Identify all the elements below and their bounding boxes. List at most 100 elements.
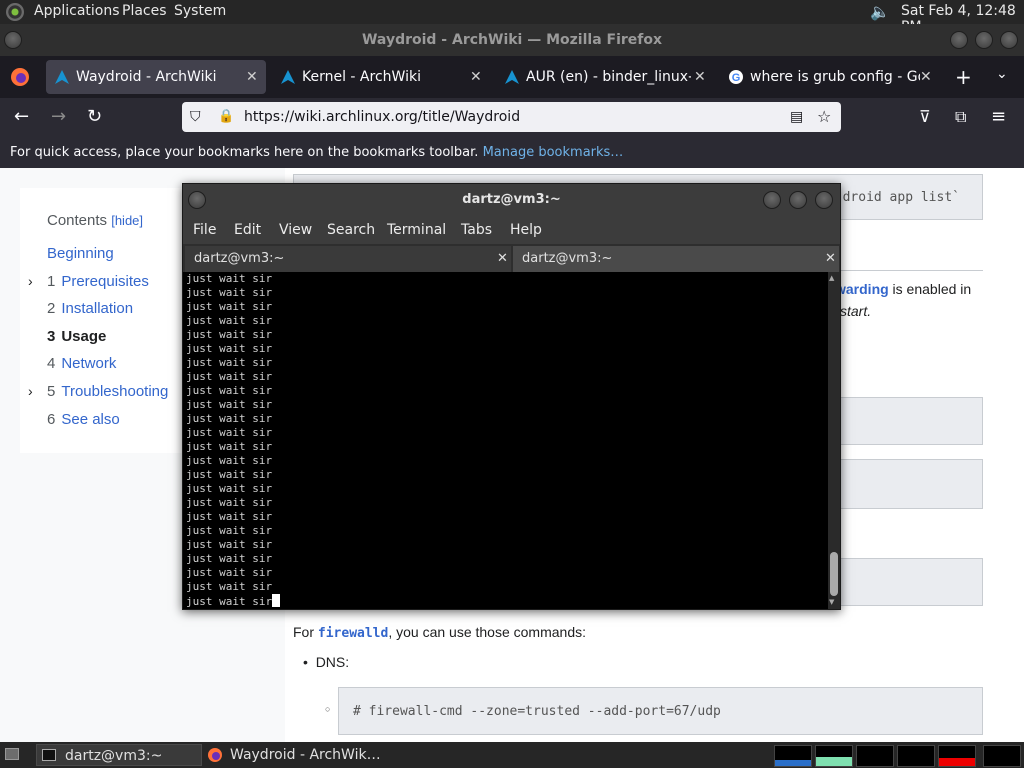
- forwarding-link[interactable]: warding: [835, 281, 889, 297]
- load-monitor[interactable]: [938, 745, 976, 767]
- toc-item-usage[interactable]: 3 Usage: [47, 328, 106, 345]
- places-menu[interactable]: Places: [122, 3, 167, 19]
- bookmark-star-icon[interactable]: ☆: [817, 102, 831, 132]
- net-monitor[interactable]: [856, 745, 894, 767]
- toc-item-beginning[interactable]: Beginning: [47, 245, 114, 262]
- hamburger-menu-icon[interactable]: ≡: [991, 106, 1006, 128]
- top-panel: Applications Places System 🔈 Sat Feb 4, …: [0, 0, 1024, 35]
- disk-monitor[interactable]: [983, 745, 1021, 767]
- menu-file[interactable]: File: [193, 216, 216, 244]
- close-tab-icon[interactable]: ✕: [246, 60, 258, 94]
- firefox-window-title: Waydroid - ArchWiki — Mozilla Firefox: [361, 32, 663, 48]
- forwarding-text: warding is enabled in: [835, 281, 972, 297]
- terminal-menubar: File Edit View Search Terminal Tabs Help: [183, 216, 840, 244]
- terminal-line: just wait sir: [186, 426, 273, 439]
- terminal-line: just wait sir: [186, 580, 273, 593]
- scrollbar-thumb[interactable]: [830, 552, 838, 596]
- maximize-button[interactable]: [789, 191, 807, 209]
- terminal-line: just wait sir: [186, 468, 273, 481]
- firewalld-paragraph: For firewalld, you can use those command…: [293, 624, 587, 641]
- window-menu-icon[interactable]: [4, 31, 22, 49]
- show-desktop-icon[interactable]: [5, 748, 19, 760]
- extensions-icon[interactable]: ⧉: [955, 106, 966, 128]
- toc-item-installation[interactable]: 2 Installation: [47, 300, 133, 317]
- bookmarks-hint: For quick access, place your bookmarks h…: [10, 145, 479, 160]
- pocket-icon[interactable]: ⊽: [919, 106, 931, 128]
- system-menu[interactable]: System: [174, 3, 226, 19]
- back-icon[interactable]: ←: [14, 106, 29, 128]
- firewalld-link[interactable]: firewalld: [318, 626, 388, 641]
- close-tab-icon[interactable]: ✕: [497, 246, 508, 272]
- manage-bookmarks-link[interactable]: Manage bookmarks…: [483, 145, 624, 160]
- close-tab-icon[interactable]: ✕: [470, 60, 482, 94]
- menu-terminal[interactable]: Terminal: [387, 216, 446, 244]
- reload-icon[interactable]: ↻: [87, 106, 102, 128]
- terminal-scrollbar[interactable]: ▲ ▼: [828, 272, 840, 609]
- new-tab-icon[interactable]: +: [955, 65, 972, 89]
- distro-logo-icon[interactable]: [6, 3, 24, 21]
- cpu-monitor[interactable]: [774, 745, 812, 767]
- tab-aur[interactable]: AUR (en) - binder_linux-dkm ✕: [496, 60, 714, 94]
- window-menu-icon[interactable]: [188, 191, 206, 209]
- reader-view-icon[interactable]: ▤: [790, 102, 803, 132]
- menu-edit[interactable]: Edit: [234, 216, 261, 244]
- tab-waydroid[interactable]: Waydroid - ArchWiki ✕: [46, 60, 266, 94]
- terminal-line: just wait sir: [186, 454, 273, 467]
- toc-hide-link[interactable]: [hide]: [111, 213, 143, 228]
- terminal-line: just wait sir: [186, 412, 273, 425]
- start-text: start.: [840, 303, 872, 319]
- taskbar-firefox[interactable]: Waydroid - ArchWik…: [202, 744, 402, 766]
- swap-monitor[interactable]: [897, 745, 935, 767]
- terminal-line: just wait sir: [186, 328, 273, 341]
- maximize-button[interactable]: [975, 31, 993, 49]
- close-tab-icon[interactable]: ✕: [825, 246, 836, 272]
- toc-item-network[interactable]: 4 Network: [47, 355, 116, 372]
- menu-search[interactable]: Search: [327, 216, 375, 244]
- forward-icon[interactable]: →: [51, 106, 66, 128]
- terminal-window: dartz@vm3:~ File Edit View Search Termin…: [182, 183, 841, 610]
- close-window-button[interactable]: [815, 191, 833, 209]
- terminal-tab-2[interactable]: dartz@vm3:~ ✕: [513, 246, 839, 272]
- chevron-right-icon[interactable]: ›: [28, 273, 33, 289]
- dns-bullet: • DNS:: [303, 654, 350, 670]
- list-tabs-icon[interactable]: ⌄: [996, 66, 1008, 82]
- menu-tabs[interactable]: Tabs: [461, 216, 492, 244]
- shield-icon[interactable]: ⛉: [190, 102, 201, 132]
- url-bar[interactable]: ⛉ 🔒 https://wiki.archlinux.org/title/Way…: [182, 102, 841, 132]
- lock-icon[interactable]: 🔒: [218, 102, 234, 132]
- terminal-line: just wait sir: [186, 552, 273, 565]
- tab-kernel[interactable]: Kernel - ArchWiki ✕: [272, 60, 490, 94]
- terminal-line: just wait sir: [186, 300, 273, 313]
- taskbar-terminal[interactable]: dartz@vm3:~: [36, 744, 202, 766]
- terminal-output[interactable]: just wait sir just wait sir just wait sir j…: [183, 272, 828, 609]
- toc-item-troubleshooting[interactable]: 5 Troubleshooting: [47, 383, 168, 400]
- close-window-button[interactable]: [1000, 31, 1018, 49]
- table-of-contents: Contents [hide] Beginning › 1 Prerequisit…: [20, 188, 185, 453]
- terminal-line: just wait sir: [186, 356, 273, 369]
- firefox-menu-icon[interactable]: [10, 67, 30, 87]
- volume-icon[interactable]: 🔈: [870, 2, 890, 21]
- minimize-button[interactable]: [950, 31, 968, 49]
- google-icon: G: [729, 70, 743, 84]
- firefox-tabbar: Waydroid - ArchWiki ✕ Kernel - ArchWiki …: [0, 56, 1024, 98]
- chevron-right-icon[interactable]: ›: [28, 383, 33, 399]
- menu-view[interactable]: View: [279, 216, 312, 244]
- memory-monitor[interactable]: [815, 745, 853, 767]
- terminal-tab-1[interactable]: dartz@vm3:~ ✕: [185, 246, 511, 272]
- toc-item-prerequisites[interactable]: 1 Prerequisites: [47, 273, 149, 290]
- menu-help[interactable]: Help: [510, 216, 542, 244]
- close-tab-icon[interactable]: ✕: [920, 60, 932, 94]
- terminal-line: just wait sir: [186, 524, 273, 537]
- applications-menu[interactable]: Applications: [34, 3, 120, 19]
- terminal-line: just wait sir: [186, 538, 273, 551]
- archlinux-icon: [55, 70, 69, 84]
- bottom-panel: dartz@vm3:~ Waydroid - ArchWik…: [0, 742, 1024, 768]
- archlinux-icon: [505, 70, 519, 84]
- tab-google[interactable]: G where is grub config - Googl ✕: [720, 60, 938, 94]
- close-tab-icon[interactable]: ✕: [694, 60, 706, 94]
- terminal-window-title: dartz@vm3:~: [462, 192, 561, 207]
- terminal-line: just wait sir: [186, 286, 273, 299]
- minimize-button[interactable]: [763, 191, 781, 209]
- toc-item-see-also[interactable]: 6 See also: [47, 411, 120, 428]
- url-text[interactable]: https://wiki.archlinux.org/title/Waydroi…: [244, 102, 520, 132]
